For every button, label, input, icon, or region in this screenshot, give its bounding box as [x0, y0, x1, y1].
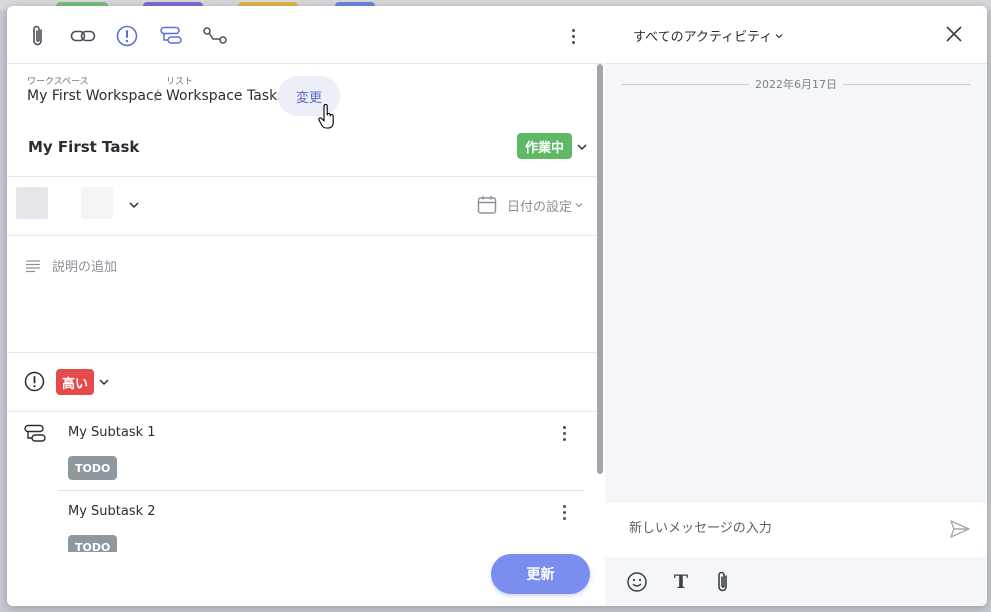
- dependency-icon[interactable]: [202, 23, 228, 49]
- divider: [7, 352, 603, 353]
- update-button[interactable]: 更新: [491, 554, 590, 594]
- send-icon[interactable]: [949, 518, 971, 540]
- assignee-avatar[interactable]: [16, 187, 48, 219]
- divider: [7, 235, 603, 236]
- paperclip-icon[interactable]: [711, 570, 735, 594]
- subtask-more-icon[interactable]: [554, 500, 574, 524]
- subtask-icon: [24, 424, 46, 442]
- date-divider: 2022年6月17日: [621, 76, 971, 92]
- subtask-more-icon[interactable]: [554, 421, 574, 445]
- workspace-name[interactable]: My First Workspace: [27, 88, 162, 104]
- hand-pointer-icon: [318, 104, 334, 129]
- chevron-down-icon[interactable]: [576, 141, 588, 153]
- subtask-item[interactable]: My Subtask 2 TODO: [58, 492, 584, 552]
- divider: [7, 411, 603, 412]
- emoji-icon[interactable]: [625, 570, 649, 594]
- activity-panel: すべてのアクティビティ 2022年6月17日 T: [605, 6, 987, 606]
- subtask-status-badge[interactable]: TODO: [68, 535, 118, 552]
- subtask-status-badge[interactable]: TODO: [68, 456, 118, 480]
- workspace-label: ワークスペース: [27, 77, 89, 87]
- list-label: リスト: [166, 77, 194, 87]
- activity-header: すべてのアクティビティ: [605, 6, 987, 64]
- chevron-down-icon[interactable]: [98, 376, 110, 388]
- chevron-down-icon: [575, 203, 583, 208]
- priority-icon: [24, 371, 45, 392]
- more-options-icon[interactable]: [563, 24, 583, 48]
- description-field[interactable]: 説明の追加: [25, 256, 117, 275]
- description-placeholder: 説明の追加: [52, 260, 118, 275]
- add-assignee-button[interactable]: [81, 187, 113, 219]
- message-toolbar: T: [605, 557, 987, 606]
- activity-date: 2022年6月17日: [749, 78, 843, 91]
- calendar-icon: [477, 196, 497, 214]
- message-input[interactable]: [629, 521, 929, 536]
- divider: [7, 176, 603, 177]
- activity-filter-dropdown[interactable]: すべてのアクティビティ: [633, 26, 784, 45]
- task-detail-modal: ワークスペース My First Workspace / リスト Workspa…: [7, 6, 987, 606]
- text-lines-icon: [26, 259, 40, 272]
- text-format-icon[interactable]: T: [669, 570, 693, 594]
- date-picker[interactable]: 日付の設定: [477, 195, 584, 215]
- breadcrumb-separator: /: [154, 88, 159, 104]
- message-composer: [605, 503, 987, 557]
- date-label: 日付の設定: [507, 199, 573, 215]
- subtask-item[interactable]: My Subtask 1 TODO: [58, 418, 584, 490]
- activity-filter-label: すべてのアクティビティ: [633, 30, 773, 45]
- chevron-down-icon: [775, 33, 783, 38]
- list-name[interactable]: Workspace Tasks: [166, 88, 284, 104]
- task-title[interactable]: My First Task: [28, 138, 139, 156]
- close-icon[interactable]: [945, 25, 963, 43]
- status-badge[interactable]: 作業中: [517, 133, 573, 159]
- paperclip-icon[interactable]: [25, 23, 51, 49]
- subtask-name: My Subtask 1: [68, 425, 156, 440]
- priority-badge[interactable]: 高い: [56, 369, 95, 395]
- link-icon[interactable]: [70, 23, 96, 49]
- task-toolbar: [7, 6, 603, 64]
- subtask-icon[interactable]: [158, 23, 184, 49]
- priority-alert-icon[interactable]: [114, 23, 140, 49]
- scrollbar[interactable]: [597, 64, 603, 474]
- chevron-down-icon[interactable]: [128, 199, 140, 211]
- divider: [58, 490, 584, 491]
- subtask-name: My Subtask 2: [68, 504, 156, 519]
- task-panel: ワークスペース My First Workspace / リスト Workspa…: [7, 6, 603, 606]
